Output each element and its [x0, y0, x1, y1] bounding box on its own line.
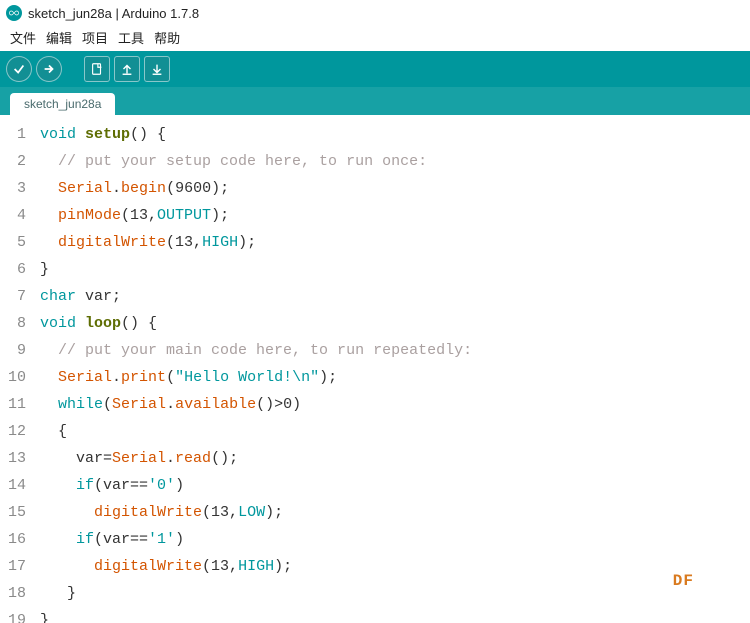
code-line[interactable]: { — [40, 418, 750, 445]
code-line[interactable]: digitalWrite(13,HIGH); — [40, 553, 750, 580]
menu-edit[interactable]: 编辑 — [42, 28, 76, 47]
line-number: 19 — [0, 607, 26, 623]
code-line[interactable]: void setup() { — [40, 121, 750, 148]
line-number: 1 — [0, 121, 26, 148]
new-button[interactable] — [84, 56, 110, 82]
tabbar: sketch_jun28a — [0, 87, 750, 115]
menu-file[interactable]: 文件 — [6, 28, 40, 47]
code-line[interactable]: digitalWrite(13,LOW); — [40, 499, 750, 526]
code-line[interactable]: if(var=='1') — [40, 526, 750, 553]
code-editor[interactable]: 12345678910111213141516171819 void setup… — [0, 115, 750, 623]
line-number: 8 — [0, 310, 26, 337]
window-titlebar: sketch_jun28a | Arduino 1.7.8 — [0, 0, 750, 26]
code-line[interactable]: char var; — [40, 283, 750, 310]
save-button[interactable] — [144, 56, 170, 82]
code-area[interactable]: void setup() { // put your setup code he… — [40, 121, 750, 623]
line-number-gutter: 12345678910111213141516171819 — [0, 121, 34, 623]
line-number: 5 — [0, 229, 26, 256]
line-number: 6 — [0, 256, 26, 283]
line-number: 2 — [0, 148, 26, 175]
line-number: 15 — [0, 499, 26, 526]
arrow-down-icon — [150, 62, 164, 76]
menu-help[interactable]: 帮助 — [150, 28, 184, 47]
code-line[interactable]: digitalWrite(13,HIGH); — [40, 229, 750, 256]
line-number: 11 — [0, 391, 26, 418]
code-line[interactable]: // put your main code here, to run repea… — [40, 337, 750, 364]
line-number: 17 — [0, 553, 26, 580]
code-line[interactable]: void loop() { — [40, 310, 750, 337]
upload-button[interactable] — [36, 56, 62, 82]
code-line[interactable]: var=Serial.read(); — [40, 445, 750, 472]
line-number: 4 — [0, 202, 26, 229]
check-icon — [12, 62, 26, 76]
line-number: 9 — [0, 337, 26, 364]
line-number: 13 — [0, 445, 26, 472]
code-line[interactable]: } — [40, 580, 750, 607]
line-number: 10 — [0, 364, 26, 391]
window-title: sketch_jun28a | Arduino 1.7.8 — [28, 6, 199, 21]
code-line[interactable]: // put your setup code here, to run once… — [40, 148, 750, 175]
line-number: 12 — [0, 418, 26, 445]
open-button[interactable] — [114, 56, 140, 82]
arrow-right-icon — [42, 62, 56, 76]
arrow-up-icon — [120, 62, 134, 76]
code-line[interactable]: } — [40, 607, 750, 623]
line-number: 14 — [0, 472, 26, 499]
line-number: 3 — [0, 175, 26, 202]
sketch-tab[interactable]: sketch_jun28a — [10, 93, 115, 115]
code-line[interactable]: } — [40, 256, 750, 283]
menu-tools[interactable]: 工具 — [114, 28, 148, 47]
toolbar — [0, 51, 750, 87]
verify-button[interactable] — [6, 56, 32, 82]
code-line[interactable]: if(var=='0') — [40, 472, 750, 499]
code-line[interactable]: Serial.print("Hello World!\n"); — [40, 364, 750, 391]
code-line[interactable]: pinMode(13,OUTPUT); — [40, 202, 750, 229]
code-line[interactable]: Serial.begin(9600); — [40, 175, 750, 202]
menubar: 文件 编辑 项目 工具 帮助 — [0, 26, 750, 51]
file-icon — [90, 62, 104, 76]
line-number: 7 — [0, 283, 26, 310]
line-number: 16 — [0, 526, 26, 553]
menu-sketch[interactable]: 项目 — [78, 28, 112, 47]
code-line[interactable]: while(Serial.available()>0) — [40, 391, 750, 418]
line-number: 18 — [0, 580, 26, 607]
arduino-logo-icon — [6, 5, 22, 21]
